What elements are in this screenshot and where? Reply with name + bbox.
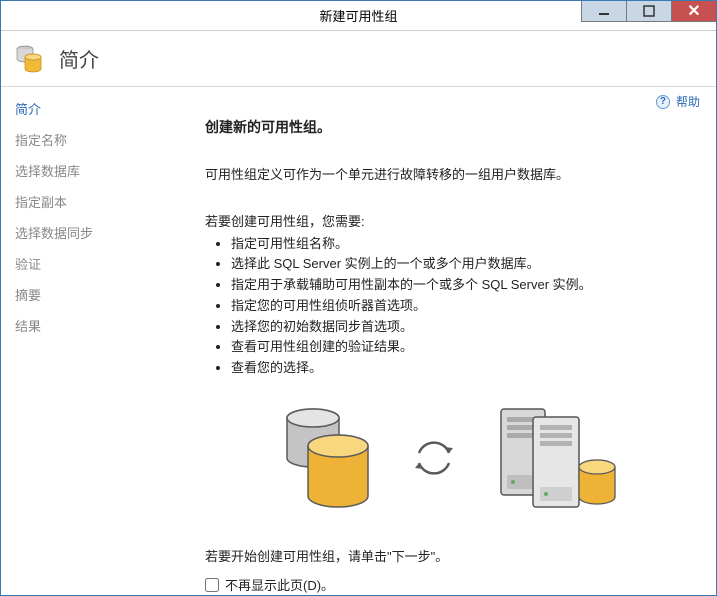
content-lead: 若要创建可用性组，您需要: — [205, 211, 698, 230]
content-pane: ? 帮助 创建新的可用性组。 可用性组定义可作为一个单元进行故障转移的一组用户数… — [197, 87, 716, 596]
dont-show-again-checkbox[interactable] — [205, 578, 219, 592]
close-button[interactable]: ✕ — [671, 0, 716, 22]
sidebar: 简介 指定名称 选择数据库 指定副本 选择数据同步 验证 摘要 结果 — [1, 87, 197, 596]
sidebar-item-results[interactable]: 结果 — [1, 310, 197, 341]
sidebar-item-datasync[interactable]: 选择数据同步 — [1, 217, 197, 248]
bullet-item: 查看可用性组创建的验证结果。 — [231, 337, 698, 358]
page-title: 简介 — [59, 44, 99, 73]
sidebar-item-summary[interactable]: 摘要 — [1, 279, 197, 310]
illustration — [205, 403, 698, 516]
body-area: 简介 指定名称 选择数据库 指定副本 选择数据同步 验证 摘要 结果 ? 帮助 … — [1, 87, 716, 596]
sidebar-item-databases[interactable]: 选择数据库 — [1, 155, 197, 186]
sidebar-item-intro[interactable]: 简介 — [1, 93, 197, 124]
servers-icon — [493, 403, 623, 516]
bullet-item: 指定用于承载辅助可用性副本的一个或多个 SQL Server 实例。 — [231, 275, 698, 296]
wizard-window: 新建可用性组 ✕ 简介 简介 指定名称 选择数据库 — [0, 0, 717, 596]
dont-show-again-label: 不再显示此页(D)。 — [225, 575, 334, 594]
sidebar-item-name[interactable]: 指定名称 — [1, 124, 197, 155]
bullet-item: 指定您的可用性组侦听器首选项。 — [231, 296, 698, 317]
bullet-item: 选择您的初始数据同步首选项。 — [231, 317, 698, 338]
content-description: 可用性组定义可作为一个单元进行故障转移的一组用户数据库。 — [205, 165, 698, 185]
content-bullets: 指定可用性组名称。 选择此 SQL Server 实例上的一个或多个用户数据库。… — [205, 234, 698, 380]
titlebar: 新建可用性组 ✕ — [1, 1, 716, 31]
footer-text: 若要开始创建可用性组，请单击"下一步"。 — [205, 546, 698, 565]
window-controls: ✕ — [581, 0, 716, 22]
content-heading: 创建新的可用性组。 — [205, 117, 698, 137]
bullet-item: 指定可用性组名称。 — [231, 234, 698, 255]
database-cylinder-icon — [280, 406, 375, 514]
minimize-button[interactable] — [581, 0, 626, 22]
sync-arrows-icon — [411, 435, 457, 484]
bullet-item: 选择此 SQL Server 实例上的一个或多个用户数据库。 — [231, 254, 698, 275]
help-icon: ? — [656, 95, 670, 109]
maximize-button[interactable] — [626, 0, 671, 22]
dont-show-again-row[interactable]: 不再显示此页(D)。 — [205, 575, 698, 594]
bullet-item: 查看您的选择。 — [231, 358, 698, 379]
sidebar-item-validation[interactable]: 验证 — [1, 248, 197, 279]
header-band: 简介 — [1, 31, 716, 87]
database-icon — [13, 43, 45, 75]
sidebar-item-replicas[interactable]: 指定副本 — [1, 186, 197, 217]
help-link[interactable]: ? 帮助 — [656, 93, 700, 110]
help-label: 帮助 — [676, 93, 700, 110]
